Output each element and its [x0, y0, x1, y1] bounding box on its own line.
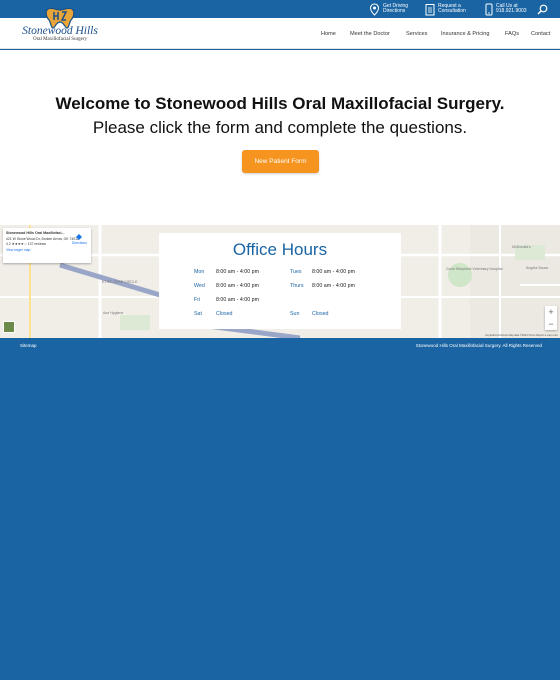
hours-day: Mon: [194, 269, 205, 275]
map-street-label: Angela Sauce: [526, 266, 549, 270]
zoom-out-button[interactable]: −: [545, 318, 557, 330]
request-consultation-link[interactable]: Request a Consultation: [425, 2, 466, 16]
map-directions-link[interactable]: Directions: [72, 234, 87, 245]
zoom-controls: + −: [545, 306, 557, 330]
hours-day: Tues: [290, 269, 302, 275]
hours-time: 8:00 am - 4:00 pm: [216, 283, 259, 289]
search-icon: [537, 4, 548, 14]
driving-directions-link[interactable]: Get Driving Directions: [369, 2, 408, 16]
sitemap-link[interactable]: Sitemap: [20, 343, 37, 348]
nav-insurance-pricing[interactable]: Insurance & Pricing: [441, 31, 490, 37]
hours-time: 8:00 am - 4:00 pm: [312, 283, 355, 289]
map-info-card: Stonewood Hills Oral Maxillofaci... 421 …: [3, 228, 91, 263]
nav-meet-the-doctor[interactable]: Meet the Doctor: [350, 31, 390, 37]
map-street-label: Good Shepherd Veterinary Hospital: [446, 267, 503, 271]
copyright-text: Stonewood Hills Oral Maxillofacial Surge…: [415, 343, 542, 348]
new-patient-form-button[interactable]: New Patient Form: [242, 150, 319, 173]
search-button[interactable]: [537, 2, 551, 16]
logo-tagline: Oral Maxillofacial Surgery: [32, 37, 88, 42]
hours-time: Closed: [312, 311, 329, 317]
map-street-label: ETHIC ZEAR CIRCLE: [102, 280, 138, 284]
hours-day: Wed: [194, 283, 205, 289]
hours-day: Fri: [194, 297, 201, 303]
directions-icon: [76, 234, 83, 240]
site-logo[interactable]: Stonewood Hills Oral Maxillofacial Surge…: [16, 7, 104, 47]
nav-home[interactable]: Home: [321, 31, 336, 37]
nav-contact[interactable]: Contact: [531, 31, 550, 37]
hours-day: Sat: [194, 311, 202, 317]
phone-icon: [485, 3, 493, 15]
view-larger-map-link[interactable]: View larger map: [6, 248, 88, 252]
nav-faqs[interactable]: FAQs: [505, 31, 519, 37]
nav-services[interactable]: Services: [406, 31, 427, 37]
hours-time: 8:00 am - 4:00 pm: [216, 297, 259, 303]
hours-day: Sun: [290, 311, 300, 317]
office-hours-title: Office Hours: [232, 240, 328, 259]
hero-title: Welcome to Stonewood Hills Oral Maxillof…: [55, 94, 505, 113]
directions-line2: Directions: [383, 8, 406, 14]
hours-time: Closed: [216, 311, 233, 317]
site-header: Stonewood Hills Oral Maxillofacial Surge…: [0, 7, 560, 49]
consult-line2: Consultation: [438, 8, 466, 14]
call-us-link[interactable]: Call Us at 918.921.9003: [485, 2, 527, 16]
hero-subtitle: Please click the form and complete the q…: [92, 118, 468, 137]
satellite-toggle[interactable]: [3, 321, 15, 333]
site-footer: Sitemap Stonewood Hills Oral Maxillofaci…: [0, 338, 560, 680]
directions-label: Directions: [71, 241, 87, 245]
office-hours-panel: Office Hours Mon 8:00 am - 4:00 pm Tues …: [159, 233, 401, 329]
logo-name: Stonewood Hills: [22, 25, 98, 37]
map-attribution: Keyboard shortcuts Map data ©2024 Terms …: [485, 334, 558, 337]
map-street-label: Ace Hygiene: [103, 311, 124, 315]
call-line2: 918.921.9003: [496, 8, 527, 14]
hours-time: 8:00 am - 4:00 pm: [312, 269, 355, 275]
hero-section: Welcome to Stonewood Hills Oral Maxillof…: [0, 50, 560, 225]
hours-day: Thurs: [290, 283, 304, 289]
zoom-in-button[interactable]: +: [545, 306, 557, 318]
map-pin-icon: [369, 2, 380, 16]
clipboard-icon: [425, 3, 435, 15]
map-street-label: McDonald's: [512, 245, 531, 249]
hours-time: 8:00 am - 4:00 pm: [216, 269, 259, 275]
